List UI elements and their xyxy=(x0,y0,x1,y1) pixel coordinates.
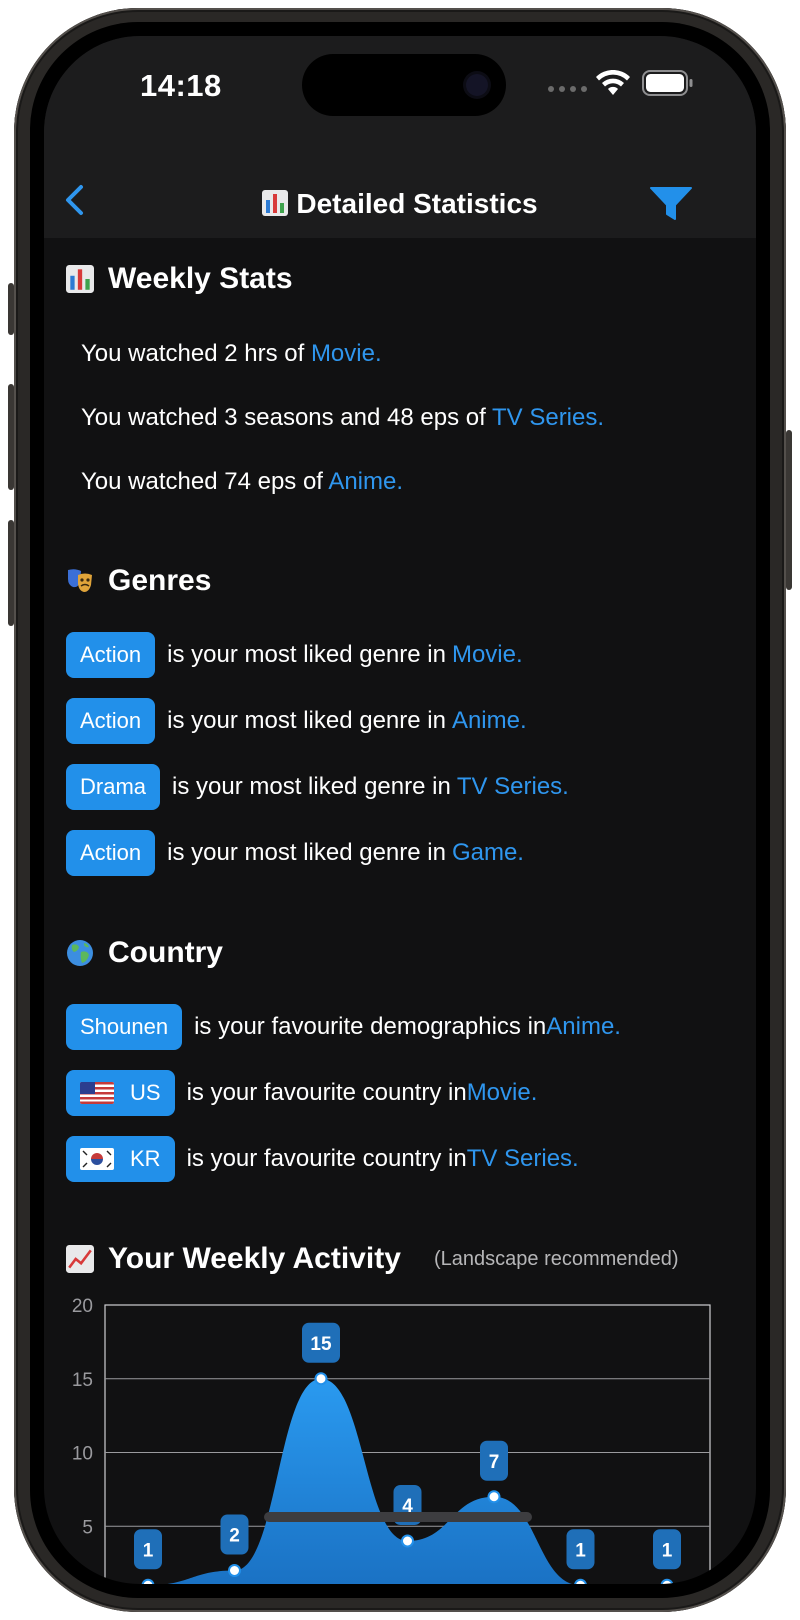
country-tag[interactable]: KR xyxy=(66,1136,175,1182)
data-label-text: 2 xyxy=(229,1526,240,1547)
genre-link[interactable]: Movie. xyxy=(452,641,523,669)
data-point[interactable] xyxy=(314,1372,328,1386)
volume-up-button xyxy=(8,384,14,490)
data-label: 1 xyxy=(566,1529,595,1570)
y-tick-label: 15 xyxy=(72,1370,93,1391)
trend-chart-emoji xyxy=(66,1245,94,1273)
genre-row: Action is your most liked genre in Game. xyxy=(66,830,524,876)
data-label-text: 1 xyxy=(575,1540,586,1561)
genre-row: Drama is your most liked genre in TV Seri… xyxy=(66,764,569,810)
data-point[interactable] xyxy=(401,1534,414,1548)
page-title-text: Detailed Statistics xyxy=(296,188,538,219)
data-label: 7 xyxy=(480,1440,508,1481)
stat-line: You watched 74 eps of Anime. xyxy=(81,468,404,495)
y-tick-label: 20 xyxy=(72,1298,93,1317)
data-label-text: 1 xyxy=(662,1540,673,1561)
data-label: 1 xyxy=(134,1529,162,1570)
signal-icon xyxy=(548,86,587,92)
camera-icon xyxy=(466,74,488,96)
data-point[interactable] xyxy=(228,1564,241,1577)
battery-icon xyxy=(642,70,693,96)
genre-tag[interactable]: Action xyxy=(66,830,156,876)
country-tag-label: US xyxy=(130,1080,161,1105)
country-row: KR is your favourite country in TV Serie… xyxy=(66,1136,579,1182)
genre-link[interactable]: Anime. xyxy=(452,707,527,735)
country-tag[interactable]: US xyxy=(66,1070,175,1116)
country-tag-label: KR xyxy=(130,1146,161,1171)
screen: 14:18 Detailed Statistics Weekly Stats Y… xyxy=(44,36,756,1584)
genre-row: Action is your most liked genre in Anime. xyxy=(66,698,527,744)
us-flag-icon xyxy=(80,1082,114,1104)
genre-tag[interactable]: Action xyxy=(66,698,156,744)
dynamic-island xyxy=(302,54,506,116)
genres-title: Genres xyxy=(108,564,212,597)
country-link[interactable]: TV Series. xyxy=(467,1145,579,1173)
activity-heading: Your Weekly Activity xyxy=(66,1242,401,1276)
data-point[interactable] xyxy=(487,1490,501,1504)
globe-icon xyxy=(67,940,93,966)
data-point[interactable] xyxy=(141,1578,155,1584)
status-time: 14:18 xyxy=(140,68,222,103)
data-point[interactable] xyxy=(574,1578,587,1584)
country-link[interactable]: Anime. xyxy=(546,1013,621,1041)
country-row: US is your favourite country in Movie. xyxy=(66,1070,537,1116)
bar-chart-emoji xyxy=(262,190,289,216)
genre-row: Action is your most liked genre in Movie. xyxy=(66,632,523,678)
country-row: Shounen is your favourite demographics in… xyxy=(66,1004,621,1050)
power-button xyxy=(786,430,792,590)
country-heading: Country xyxy=(66,936,223,970)
data-label: 15 xyxy=(302,1322,340,1363)
country-title: Country xyxy=(108,936,223,969)
navigation-bar: Detailed Statistics xyxy=(44,146,756,238)
stat-line: You watched 3 seasons and 48 eps of TV S… xyxy=(81,404,605,431)
home-indicator[interactable] xyxy=(264,1512,532,1522)
volume-down-button xyxy=(8,520,14,626)
data-label: 2 xyxy=(220,1514,249,1555)
data-label-text: 1 xyxy=(143,1540,154,1561)
landscape-note: (Landscape recommended) xyxy=(434,1248,679,1270)
country-link[interactable]: Movie. xyxy=(467,1079,538,1107)
genre-tag[interactable]: Action xyxy=(66,632,156,678)
data-label-text: 7 xyxy=(489,1452,500,1473)
demographic-tag[interactable]: Shounen xyxy=(66,1004,183,1050)
genre-tag[interactable]: Drama xyxy=(66,764,161,810)
weekly-activity-chart: 2015105 1215471 1 xyxy=(72,1298,711,1584)
status-bar: 14:18 xyxy=(44,36,756,146)
wifi-icon xyxy=(596,70,630,95)
genre-link[interactable]: Game. xyxy=(452,839,524,867)
theater-masks-icon xyxy=(68,569,92,592)
bar-chart-emoji xyxy=(66,265,94,293)
stat-link-tv-series[interactable]: TV Series. xyxy=(492,404,604,431)
data-point[interactable] xyxy=(660,1578,674,1584)
action-button xyxy=(8,283,14,335)
data-label: 1 xyxy=(653,1529,681,1570)
kr-flag-icon xyxy=(80,1148,114,1170)
filter-icon[interactable] xyxy=(650,186,692,222)
weekly-stats-heading: Weekly Stats xyxy=(66,262,293,296)
genre-link[interactable]: TV Series. xyxy=(457,773,569,801)
stat-line: You watched 2 hrs of Movie. xyxy=(81,340,382,367)
data-label-text: 15 xyxy=(310,1334,332,1355)
genres-heading: Genres xyxy=(66,564,211,598)
y-tick-label: 10 xyxy=(72,1444,93,1465)
stat-link-anime[interactable]: Anime. xyxy=(328,468,403,495)
activity-title: Your Weekly Activity xyxy=(108,1242,401,1275)
y-tick-label: 5 xyxy=(82,1517,93,1538)
stat-link-movie[interactable]: Movie. xyxy=(311,340,382,367)
weekly-stats-title: Weekly Stats xyxy=(108,262,293,295)
